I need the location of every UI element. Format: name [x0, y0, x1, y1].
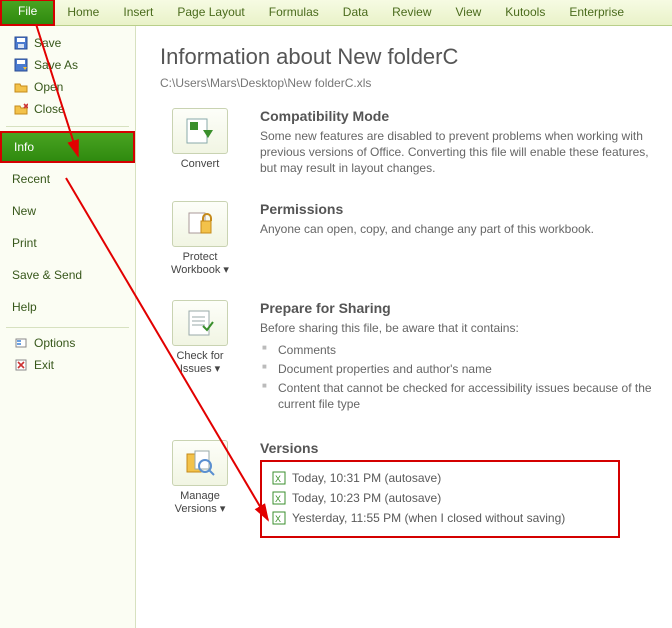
section-prepare: Check for Issues ▾ Prepare for Sharing B…: [160, 300, 672, 416]
protect-workbook-button[interactable]: Protect Workbook ▾: [160, 201, 240, 276]
section-permissions: Protect Workbook ▾ Permissions Anyone ca…: [160, 201, 672, 276]
checklist-icon: [183, 308, 217, 338]
list-item: Content that cannot be checked for acces…: [260, 380, 668, 412]
svg-text:X: X: [275, 474, 281, 484]
saveas-icon: [14, 58, 28, 72]
tab-review[interactable]: Review: [380, 0, 443, 25]
versions-list: X Today, 10:31 PM (autosave) X Today, 10…: [260, 460, 620, 538]
ribbon-tabs: File Home Insert Page Layout Formulas Da…: [0, 0, 672, 26]
prepare-list: Comments Document properties and author'…: [260, 342, 668, 413]
nav-open[interactable]: Open: [0, 76, 135, 98]
nav-label: Options: [34, 336, 75, 350]
section-compatibility: Convert Compatibility Mode Some new feat…: [160, 108, 672, 177]
nav-label: Exit: [34, 358, 54, 372]
nav-options[interactable]: Options: [0, 332, 135, 354]
list-item: Comments: [260, 342, 668, 358]
page-title: Information about New folderC: [160, 44, 672, 70]
svg-text:X: X: [275, 494, 281, 504]
nav-exit[interactable]: Exit: [0, 354, 135, 376]
tab-insert[interactable]: Insert: [111, 0, 165, 25]
open-icon: [14, 80, 28, 94]
nav-label: Recent: [12, 172, 50, 186]
nav-label: Help: [12, 300, 37, 314]
nav-label: Info: [14, 140, 34, 154]
nav-label: New: [12, 204, 36, 218]
nav-close[interactable]: Close: [0, 98, 135, 120]
nav-print[interactable]: Print: [0, 227, 135, 259]
nav-recent[interactable]: Recent: [0, 163, 135, 195]
nav-label: Save: [34, 36, 61, 50]
excel-file-icon: X: [272, 471, 286, 485]
lock-icon: [183, 209, 217, 239]
section-heading: Permissions: [260, 201, 668, 217]
tab-data[interactable]: Data: [331, 0, 380, 25]
convert-icon: [183, 116, 217, 146]
check-issues-button[interactable]: Check for Issues ▾: [160, 300, 240, 375]
section-heading: Compatibility Mode: [260, 108, 668, 124]
versions-icon: [183, 448, 217, 478]
convert-button[interactable]: Convert: [160, 108, 240, 170]
tab-pagelayout[interactable]: Page Layout: [165, 0, 256, 25]
backstage-nav: Save Save As Open Close Info Recent New: [0, 26, 136, 628]
nav-label: Save & Send: [12, 268, 82, 282]
button-label: Protect Workbook ▾: [171, 251, 229, 276]
info-page: Information about New folderC C:\Users\M…: [136, 26, 672, 628]
excel-file-icon: X: [272, 511, 286, 525]
button-label: Check for Issues ▾: [176, 350, 223, 375]
version-item[interactable]: X Today, 10:31 PM (autosave): [272, 468, 608, 488]
nav-separator: [6, 126, 129, 127]
section-body: Anyone can open, copy, and change any pa…: [260, 221, 668, 237]
nav-info[interactable]: Info: [0, 131, 135, 163]
section-heading: Prepare for Sharing: [260, 300, 668, 316]
backstage: Save Save As Open Close Info Recent New: [0, 26, 672, 628]
prepare-lead: Before sharing this file, be aware that …: [260, 321, 519, 335]
version-item[interactable]: X Today, 10:23 PM (autosave): [272, 488, 608, 508]
nav-label: Save As: [34, 58, 78, 72]
tab-kutools[interactable]: Kutools: [493, 0, 557, 25]
nav-label: Open: [34, 80, 63, 94]
close-icon: [14, 102, 28, 116]
nav-help[interactable]: Help: [0, 291, 135, 323]
save-icon: [14, 36, 28, 50]
tab-file[interactable]: File: [0, 0, 55, 26]
tab-formulas[interactable]: Formulas: [257, 0, 331, 25]
tab-enterprise[interactable]: Enterprise: [557, 0, 636, 25]
version-label: Today, 10:23 PM (autosave): [292, 491, 441, 505]
nav-new[interactable]: New: [0, 195, 135, 227]
version-label: Today, 10:31 PM (autosave): [292, 471, 441, 485]
nav-saveas[interactable]: Save As: [0, 54, 135, 76]
version-label: Yesterday, 11:55 PM (when I closed witho…: [292, 511, 565, 525]
nav-label: Close: [34, 102, 65, 116]
file-path: C:\Users\Mars\Desktop\New folderC.xls: [160, 76, 672, 90]
nav-separator: [6, 327, 129, 328]
nav-save-send[interactable]: Save & Send: [0, 259, 135, 291]
section-body: Some new features are disabled to preven…: [260, 128, 668, 177]
nav-save[interactable]: Save: [0, 32, 135, 54]
tab-view[interactable]: View: [444, 0, 494, 25]
options-icon: [14, 336, 28, 350]
button-label: Convert: [181, 158, 220, 170]
section-versions: Manage Versions ▾ Versions X Today, 10:3…: [160, 440, 672, 538]
nav-label: Print: [12, 236, 37, 250]
section-heading: Versions: [260, 440, 668, 456]
section-body: Before sharing this file, be aware that …: [260, 320, 668, 413]
button-label: Manage Versions ▾: [175, 490, 226, 515]
tab-home[interactable]: Home: [55, 0, 111, 25]
excel-file-icon: X: [272, 491, 286, 505]
manage-versions-button[interactable]: Manage Versions ▾: [160, 440, 240, 515]
svg-text:X: X: [275, 514, 281, 524]
list-item: Document properties and author's name: [260, 361, 668, 377]
exit-icon: [14, 358, 28, 372]
version-item[interactable]: X Yesterday, 11:55 PM (when I closed wit…: [272, 508, 608, 528]
